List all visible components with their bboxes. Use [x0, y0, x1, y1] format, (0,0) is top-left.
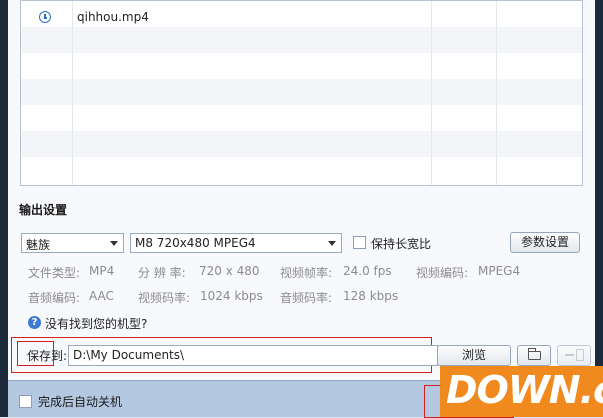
empty-row	[21, 53, 582, 79]
framerate-value: 24.0 fps	[343, 264, 392, 278]
model-select[interactable]: M8 720x480 MPEG4	[130, 233, 342, 253]
device-icon	[576, 349, 584, 361]
model-select-value: M8 720x480 MPEG4	[135, 236, 256, 250]
keep-ratio-checkbox[interactable]	[353, 236, 366, 249]
video-bitrate-value: 1024 kbps	[200, 289, 263, 303]
browse-button[interactable]: 浏览	[437, 345, 511, 366]
framerate-label: 视频帧率:	[280, 266, 333, 280]
auto-shutdown-checkbox[interactable]	[19, 395, 32, 408]
keep-ratio-label: 保持长宽比	[371, 237, 432, 251]
params-settings-button[interactable]: 参数设置	[510, 232, 580, 253]
output-settings-title: 输出设置	[19, 203, 68, 217]
empty-row	[21, 79, 582, 105]
convert-dialog: qihhou.mp4 输出设置 魅族 M8 720x480 MPEG4 保持长宽…	[8, 0, 595, 380]
help-icon[interactable]: ?	[28, 316, 41, 329]
empty-row	[21, 131, 582, 157]
video-bitrate-label: 视频码率:	[138, 291, 191, 305]
video-codec-label: 视频编码:	[416, 266, 469, 280]
file-type-value: MP4	[89, 264, 115, 278]
file-row[interactable]: qihhou.mp4	[21, 1, 582, 27]
dropdown-arrow-icon	[328, 241, 336, 246]
watermark-logo: DOWN.cc	[440, 366, 603, 417]
file-name: qihhou.mp4	[77, 10, 149, 24]
save-to-label: 保存到:	[27, 349, 68, 363]
empty-row	[21, 105, 582, 131]
column-divider	[431, 1, 432, 185]
file-type-label: 文件类型:	[28, 266, 81, 280]
save-path-input[interactable]: D:\My Documents\	[68, 345, 438, 366]
audio-bitrate-label: 音频码率:	[280, 291, 333, 305]
video-codec-value: MPEG4	[478, 264, 521, 278]
model-not-found-link[interactable]: 没有找到您的机型?	[45, 315, 147, 332]
column-divider	[72, 1, 73, 185]
audio-codec-value: AAC	[89, 289, 114, 303]
brand-select-value: 魅族	[26, 238, 51, 252]
send-to-device-button[interactable]	[557, 345, 591, 366]
brand-select[interactable]: 魅族	[21, 233, 124, 253]
empty-row	[21, 157, 582, 183]
audio-bitrate-value: 128 kbps	[343, 289, 399, 303]
clock-icon	[39, 11, 51, 23]
watermark-text: DOWN.cc	[446, 368, 603, 412]
dropdown-arrow-icon	[110, 241, 118, 246]
empty-row	[21, 27, 582, 53]
folder-icon	[527, 348, 541, 360]
arrow-right-icon	[565, 354, 574, 356]
window-frame-left	[0, 0, 8, 417]
resolution-value: 720 x 480	[199, 264, 260, 278]
column-divider	[496, 1, 497, 185]
file-list[interactable]: qihhou.mp4	[20, 0, 583, 186]
audio-codec-label: 音频编码:	[28, 291, 81, 305]
resolution-label: 分 辨 率:	[138, 266, 186, 280]
window-frame-right	[595, 0, 603, 417]
auto-shutdown-label: 完成后自动关机	[38, 395, 123, 409]
open-folder-button[interactable]	[517, 345, 551, 366]
